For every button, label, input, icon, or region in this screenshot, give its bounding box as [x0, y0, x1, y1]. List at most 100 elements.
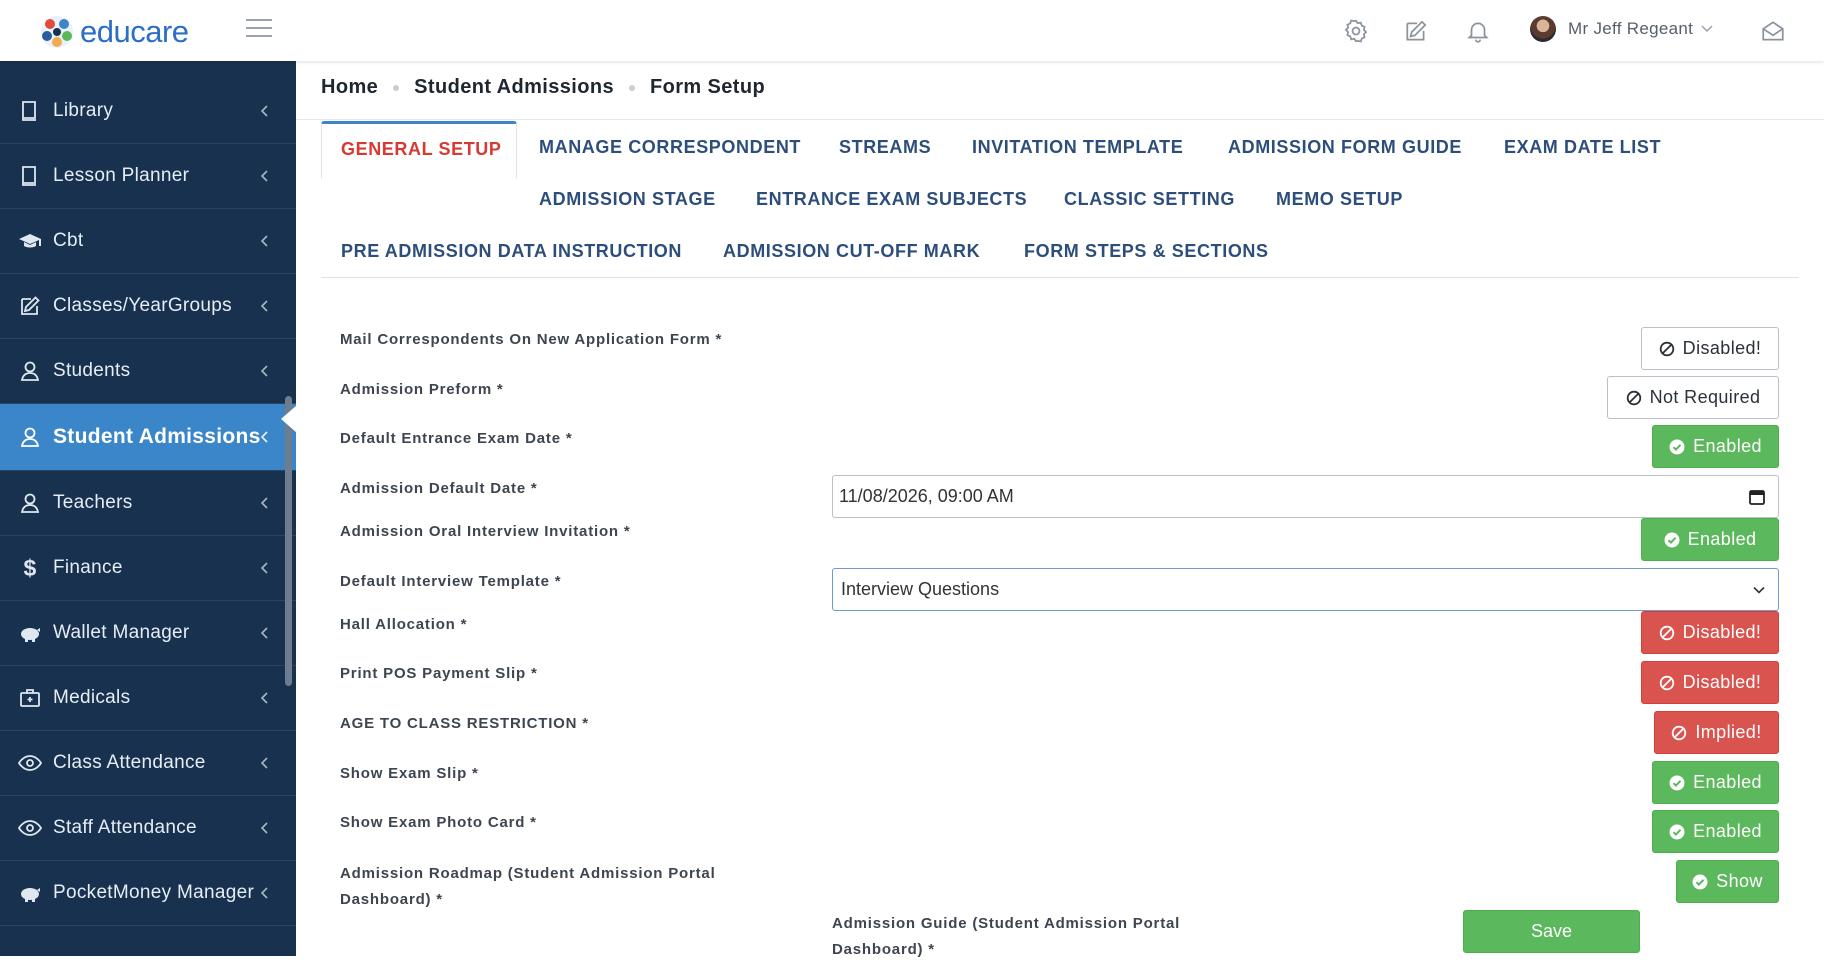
sidebar-item-staff-attendance[interactable]: Staff Attendance	[0, 796, 296, 861]
chevron-left-icon	[260, 887, 268, 899]
admission-preform-toggle[interactable]: Not Required	[1607, 376, 1779, 419]
button-label: Enabled	[1687, 529, 1757, 549]
tab-form-steps-sections[interactable]: FORM STEPS & SECTIONS	[1024, 241, 1269, 262]
check-circle-icon	[1669, 824, 1685, 839]
chevron-down-icon	[1753, 586, 1765, 594]
sidebar-item-pocketmoney-manager[interactable]: PocketMoney Manager	[0, 861, 296, 926]
tab-admission-stage[interactable]: ADMISSION STAGE	[539, 189, 716, 210]
sidebar-item-finance[interactable]: $ Finance	[0, 536, 296, 601]
sidebar-item-label: Teachers	[53, 492, 133, 513]
tab-admission-cutoff-mark[interactable]: ADMISSION CUT-OFF MARK	[723, 241, 980, 262]
ban-icon	[1672, 725, 1687, 740]
show-exam-slip-toggle[interactable]: Enabled	[1652, 761, 1779, 804]
eye-icon	[18, 755, 42, 771]
sidebar-item-class-attendance[interactable]: Class Attendance	[0, 731, 296, 796]
check-circle-icon	[1692, 874, 1708, 889]
user-icon	[20, 361, 40, 381]
tab-manage-correspondent[interactable]: MANAGE CORRESPONDENT	[539, 137, 801, 158]
admission-default-date-input[interactable]: 11/08/2026, 09:00 AM	[832, 475, 1779, 518]
avatar	[1530, 16, 1556, 42]
graduation-cap-icon	[19, 234, 41, 248]
tab-entrance-exam-subjects[interactable]: ENTRANCE EXAM SUBJECTS	[756, 189, 1027, 210]
default-entrance-exam-date-toggle[interactable]: Enabled	[1652, 425, 1779, 468]
save-button[interactable]: Save	[1463, 910, 1640, 953]
tab-general-setup[interactable]: GENERAL SETUP	[341, 139, 502, 160]
sidebar-item-lesson-planner[interactable]: Lesson Planner	[0, 144, 296, 209]
label-hall-allocation: Hall Allocation *	[340, 616, 468, 633]
print-pos-payment-slip-toggle[interactable]: Disabled!	[1641, 661, 1779, 704]
tab-invitation-template[interactable]: INVITATION TEMPLATE	[972, 137, 1183, 158]
tabs-divider	[321, 277, 1799, 278]
date-value: 11/08/2026, 09:00 AM	[839, 486, 1014, 506]
label-default-entrance-exam-date: Default Entrance Exam Date *	[340, 430, 573, 447]
label-admission-guide-line2: Dashboard) *	[832, 941, 935, 958]
button-label: Not Required	[1649, 387, 1761, 407]
piggy-bank-icon	[21, 888, 40, 902]
sidebar-item-students[interactable]: Students	[0, 339, 296, 404]
medkit-icon	[20, 689, 40, 707]
sidebar-item-medicals[interactable]: Medicals	[0, 666, 296, 731]
label-admission-roadmap-line2: Dashboard) *	[340, 891, 443, 908]
sidebar-item-library[interactable]: Library	[0, 79, 296, 144]
sidebar-item-label: Finance	[53, 557, 123, 578]
chevron-left-icon	[260, 497, 268, 509]
gear-icon[interactable]	[1343, 18, 1369, 44]
book-icon	[22, 101, 36, 121]
bell-icon[interactable]	[1465, 18, 1491, 44]
label-show-exam-photo-card: Show Exam Photo Card *	[340, 814, 537, 831]
label-default-interview-template: Default Interview Template *	[340, 573, 562, 590]
select-value: Interview Questions	[841, 579, 1000, 599]
tab-streams[interactable]: STREAMS	[839, 137, 931, 158]
interview-template-select[interactable]: Interview Questions	[832, 568, 1779, 611]
oral-interview-invitation-toggle[interactable]: Enabled	[1641, 518, 1779, 561]
tab-memo-setup[interactable]: MEMO SETUP	[1276, 189, 1403, 210]
breadcrumb: Home Student Admissions Form Setup	[321, 76, 765, 99]
mail-correspondents-toggle[interactable]: Disabled!	[1641, 327, 1779, 370]
hall-allocation-toggle[interactable]: Disabled!	[1641, 611, 1779, 654]
sidebar-scrollbar[interactable]	[285, 396, 292, 686]
check-circle-icon	[1669, 439, 1685, 454]
calendar-icon[interactable]	[1748, 488, 1766, 506]
label-show-exam-slip: Show Exam Slip *	[340, 765, 479, 782]
sidebar-item-label: Classes/YearGroups	[53, 295, 232, 316]
chevron-left-icon	[260, 235, 268, 247]
chevron-left-icon	[260, 822, 268, 834]
edit-icon[interactable]	[1403, 18, 1429, 44]
tab-exam-date-list[interactable]: EXAM DATE LIST	[1504, 137, 1661, 158]
sidebar-item-cbt[interactable]: Cbt	[0, 209, 296, 274]
menu-toggle-icon[interactable]	[246, 19, 272, 39]
sidebar-item-classes[interactable]: Classes/YearGroups	[0, 274, 296, 339]
admission-roadmap-toggle[interactable]: Show	[1676, 860, 1779, 903]
edit-icon	[21, 296, 40, 315]
breadcrumb-home[interactable]: Home	[321, 76, 378, 99]
chevron-left-icon	[260, 170, 268, 182]
piggy-bank-icon	[21, 628, 40, 642]
label-admission-guide: Admission Guide (Student Admission Porta…	[832, 915, 1181, 932]
sidebar-item-label: Students	[53, 360, 131, 381]
label-age-to-class-restriction: AGE TO CLASS RESTRICTION *	[340, 715, 589, 732]
chevron-left-icon	[260, 105, 268, 117]
tab-classic-setting[interactable]: CLASSIC SETTING	[1064, 189, 1235, 210]
button-label: Enabled	[1693, 821, 1762, 841]
button-label: Show	[1716, 871, 1763, 891]
show-exam-photo-card-toggle[interactable]: Enabled	[1652, 810, 1779, 853]
chevron-left-icon	[260, 562, 268, 574]
envelope-open-icon[interactable]	[1760, 18, 1786, 44]
label-mail-correspondents: Mail Correspondents On New Application F…	[340, 331, 723, 348]
brand-logo[interactable]: educare	[38, 14, 189, 50]
sidebar-item-wallet-manager[interactable]: Wallet Manager	[0, 601, 296, 666]
label-print-pos-payment-slip: Print POS Payment Slip *	[340, 665, 538, 682]
sidebar-item-student-admissions[interactable]: Student Admissions	[0, 404, 296, 471]
sidebar-item-teachers[interactable]: Teachers	[0, 471, 296, 536]
chevron-left-icon	[260, 627, 268, 639]
age-to-class-restriction-toggle[interactable]: Implied!	[1654, 711, 1779, 754]
tab-pre-admission-data-instruction[interactable]: PRE ADMISSION DATA INSTRUCTION	[341, 241, 682, 262]
user-icon	[20, 493, 40, 513]
chevron-left-icon	[260, 300, 268, 312]
user-menu[interactable]: Mr Jeff Regeant	[1530, 16, 1713, 42]
breadcrumb-student-admissions[interactable]: Student Admissions	[414, 76, 614, 99]
label-admission-default-date: Admission Default Date *	[340, 480, 538, 497]
tab-admission-form-guide[interactable]: ADMISSION FORM GUIDE	[1228, 137, 1462, 158]
sidebar-item-label: Medicals	[53, 687, 131, 708]
chevron-down-icon	[1701, 25, 1713, 33]
